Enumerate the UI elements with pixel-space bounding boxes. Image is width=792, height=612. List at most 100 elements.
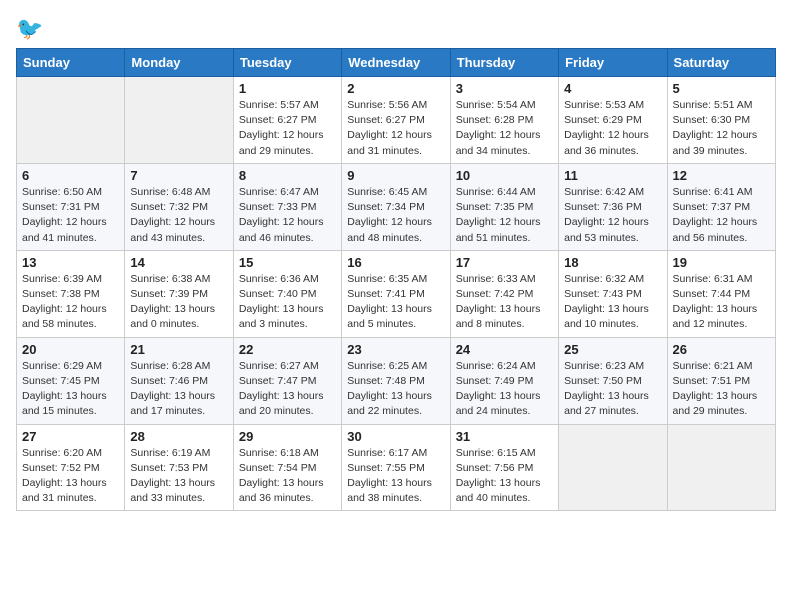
calendar-cell: 27Sunrise: 6:20 AM Sunset: 7:52 PM Dayli… [17,424,125,511]
calendar-cell: 16 Sunrise: 6:35 AM Sunset: 7:41 PM Dayli… [342,250,450,337]
calendar-cell: 31 Sunrise: 6:15 AM Sunset: 7:56 PM Dayli… [450,424,558,511]
day-number: 29 [239,429,336,444]
calendar-cell: 6 Sunrise: 6:50 AM Sunset: 7:31 PM Daylig… [17,163,125,250]
calendar-cell: 17 Sunrise: 6:33 AM Sunset: 7:42 PM Dayli… [450,250,558,337]
day-number: 19 [673,255,770,270]
weekday-header: Saturday [667,49,775,77]
logo-bird-icon: 🐦 [16,16,43,42]
calendar-table: SundayMondayTuesdayWednesdayThursdayFrid… [16,48,776,511]
weekday-header: Sunday [17,49,125,77]
day-number: 30 [347,429,444,444]
day-detail: Sunrise: 6:19 AM Sunset: 7:53 PM Dayligh… [130,446,227,507]
day-number: 24 [456,342,553,357]
day-detail: Sunrise: 6:35 AM Sunset: 7:41 PM Dayligh… [347,272,444,333]
calendar-week-row: 1 Sunrise: 5:57 AM Sunset: 6:27 PM Daylig… [17,77,776,164]
day-number: 12 [673,168,770,183]
day-number: 8 [239,168,336,183]
weekday-header: Tuesday [233,49,341,77]
day-number: 7 [130,168,227,183]
day-detail: Sunrise: 6:47 AM Sunset: 7:33 PM Dayligh… [239,185,336,246]
day-detail: Sunrise: 6:32 AM Sunset: 7:43 PM Dayligh… [564,272,661,333]
day-number: 9 [347,168,444,183]
day-number: 26 [673,342,770,357]
day-detail: Sunrise: 6:41 AM Sunset: 7:37 PM Dayligh… [673,185,770,246]
day-number: 10 [456,168,553,183]
day-number: 28 [130,429,227,444]
day-detail: Sunrise: 6:39 AM Sunset: 7:38 PM Dayligh… [22,272,119,333]
day-number: 27 [22,429,119,444]
day-number: 22 [239,342,336,357]
day-detail: Sunrise: 6:48 AM Sunset: 7:32 PM Dayligh… [130,185,227,246]
day-detail: Sunrise: 5:53 AM Sunset: 6:29 PM Dayligh… [564,98,661,159]
calendar-cell: 9 Sunrise: 6:45 AM Sunset: 7:34 PM Daylig… [342,163,450,250]
logo: 🐦 [16,16,43,36]
calendar-cell: 30 Sunrise: 6:17 AM Sunset: 7:55 PM Dayli… [342,424,450,511]
calendar-cell: 24 Sunrise: 6:24 AM Sunset: 7:49 PM Dayli… [450,337,558,424]
day-number: 13 [22,255,119,270]
calendar-cell: 26 Sunrise: 6:21 AM Sunset: 7:51 PM Dayli… [667,337,775,424]
day-detail: Sunrise: 6:21 AM Sunset: 7:51 PM Dayligh… [673,359,770,420]
calendar-cell: 28 Sunrise: 6:19 AM Sunset: 7:53 PM Dayli… [125,424,233,511]
day-detail: Sunrise: 6:15 AM Sunset: 7:56 PM Dayligh… [456,446,553,507]
calendar-week-row: 6 Sunrise: 6:50 AM Sunset: 7:31 PM Daylig… [17,163,776,250]
calendar-cell: 11 Sunrise: 6:42 AM Sunset: 7:36 PM Dayli… [559,163,667,250]
day-detail: Sunrise: 5:57 AM Sunset: 6:27 PM Dayligh… [239,98,336,159]
weekday-header: Thursday [450,49,558,77]
calendar-header-row: SundayMondayTuesdayWednesdayThursdayFrid… [17,49,776,77]
calendar-cell: 1 Sunrise: 5:57 AM Sunset: 6:27 PM Daylig… [233,77,341,164]
day-detail: Sunrise: 6:24 AM Sunset: 7:49 PM Dayligh… [456,359,553,420]
day-number: 1 [239,81,336,96]
weekday-header: Monday [125,49,233,77]
calendar-cell: 23Sunrise: 6:25 AM Sunset: 7:48 PM Dayli… [342,337,450,424]
day-detail: Sunrise: 6:33 AM Sunset: 7:42 PM Dayligh… [456,272,553,333]
calendar-week-row: 20 Sunrise: 6:29 AM Sunset: 7:45 PM Dayli… [17,337,776,424]
day-detail: Sunrise: 6:36 AM Sunset: 7:40 PM Dayligh… [239,272,336,333]
day-detail: Sunrise: 6:50 AM Sunset: 7:31 PM Dayligh… [22,185,119,246]
day-number: 3 [456,81,553,96]
calendar-cell: 4 Sunrise: 5:53 AM Sunset: 6:29 PM Daylig… [559,77,667,164]
day-detail: Sunrise: 6:17 AM Sunset: 7:55 PM Dayligh… [347,446,444,507]
calendar-cell: 20 Sunrise: 6:29 AM Sunset: 7:45 PM Dayli… [17,337,125,424]
day-detail: Sunrise: 6:38 AM Sunset: 7:39 PM Dayligh… [130,272,227,333]
calendar-cell: 18 Sunrise: 6:32 AM Sunset: 7:43 PM Dayli… [559,250,667,337]
day-number: 20 [22,342,119,357]
day-number: 5 [673,81,770,96]
calendar-cell: 3Sunrise: 5:54 AM Sunset: 6:28 PM Daylig… [450,77,558,164]
day-detail: Sunrise: 6:31 AM Sunset: 7:44 PM Dayligh… [673,272,770,333]
day-number: 18 [564,255,661,270]
day-detail: Sunrise: 6:27 AM Sunset: 7:47 PM Dayligh… [239,359,336,420]
day-number: 15 [239,255,336,270]
calendar-cell [667,424,775,511]
day-number: 4 [564,81,661,96]
day-detail: Sunrise: 5:51 AM Sunset: 6:30 PM Dayligh… [673,98,770,159]
day-detail: Sunrise: 6:42 AM Sunset: 7:36 PM Dayligh… [564,185,661,246]
day-number: 16 [347,255,444,270]
calendar-cell: 29 Sunrise: 6:18 AM Sunset: 7:54 PM Dayli… [233,424,341,511]
day-number: 11 [564,168,661,183]
calendar-week-row: 13 Sunrise: 6:39 AM Sunset: 7:38 PM Dayli… [17,250,776,337]
calendar-cell: 22 Sunrise: 6:27 AM Sunset: 7:47 PM Dayli… [233,337,341,424]
calendar-cell [125,77,233,164]
day-detail: Sunrise: 6:25 AM Sunset: 7:48 PM Dayligh… [347,359,444,420]
weekday-header: Wednesday [342,49,450,77]
calendar-cell [559,424,667,511]
day-number: 31 [456,429,553,444]
day-number: 14 [130,255,227,270]
day-number: 25 [564,342,661,357]
calendar-cell: 5 Sunrise: 5:51 AM Sunset: 6:30 PM Daylig… [667,77,775,164]
day-number: 17 [456,255,553,270]
weekday-header: Friday [559,49,667,77]
calendar-cell: 8 Sunrise: 6:47 AM Sunset: 7:33 PM Daylig… [233,163,341,250]
calendar-cell: 15 Sunrise: 6:36 AM Sunset: 7:40 PM Dayli… [233,250,341,337]
calendar-cell: 2Sunrise: 5:56 AM Sunset: 6:27 PM Daylig… [342,77,450,164]
day-detail: Sunrise: 6:29 AM Sunset: 7:45 PM Dayligh… [22,359,119,420]
day-detail: Sunrise: 6:18 AM Sunset: 7:54 PM Dayligh… [239,446,336,507]
day-detail: Sunrise: 6:45 AM Sunset: 7:34 PM Dayligh… [347,185,444,246]
day-number: 21 [130,342,227,357]
day-number: 6 [22,168,119,183]
calendar-cell [17,77,125,164]
calendar-cell: 13 Sunrise: 6:39 AM Sunset: 7:38 PM Dayli… [17,250,125,337]
day-detail: Sunrise: 6:44 AM Sunset: 7:35 PM Dayligh… [456,185,553,246]
day-number: 2 [347,81,444,96]
calendar-cell: 7 Sunrise: 6:48 AM Sunset: 7:32 PM Daylig… [125,163,233,250]
